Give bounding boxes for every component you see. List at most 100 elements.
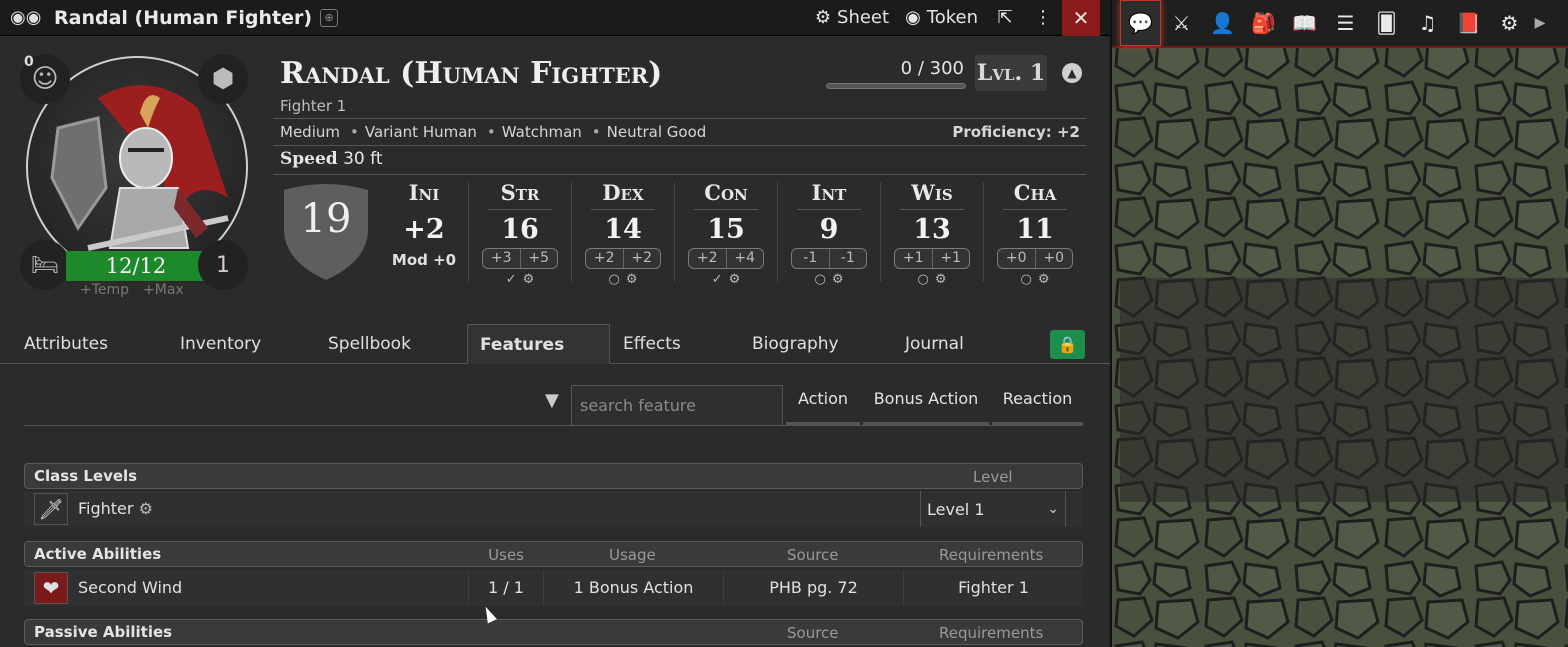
alignment[interactable]: Neutral Good: [607, 123, 707, 141]
search-feature-input[interactable]: [571, 385, 783, 425]
gear-icon[interactable]: ⚙: [626, 272, 638, 287]
tab-effects[interactable]: Effects: [611, 324, 693, 364]
sheet-button-label: Sheet: [837, 7, 890, 28]
journal-tab-icon[interactable]: 📖: [1284, 0, 1325, 46]
sheet-lock-button[interactable]: 🔒: [1050, 330, 1085, 359]
globe-icon[interactable]: ⊕: [320, 8, 339, 27]
ability-modifiers: +1 +1: [894, 248, 970, 269]
tables-tab-icon[interactable]: ☰: [1325, 0, 1366, 46]
ability-con[interactable]: Con 15 +2 +4 ✓ ⚙: [676, 180, 776, 287]
column-header-uses: Uses: [488, 546, 524, 564]
tab-journal[interactable]: Journal: [893, 324, 976, 364]
background[interactable]: Watchman: [502, 123, 582, 141]
portrait-area: 0 ☺ ⬢ 🛏 12/12 1 +Temp +Max: [20, 54, 250, 298]
filter-reaction[interactable]: Reaction: [992, 386, 1083, 426]
ability-mod[interactable]: +0: [998, 249, 1036, 268]
gear-icon[interactable]: ⚙: [729, 272, 741, 287]
xp-value[interactable]: 0 / 300: [826, 58, 966, 79]
ability-modifiers: +2 +2: [585, 248, 661, 269]
ability-str[interactable]: Str 16 +3 +5 ✓ ⚙: [470, 180, 570, 287]
ability-mod[interactable]: +1: [895, 249, 933, 268]
ability-uses[interactable]: 1 / 1: [468, 570, 543, 606]
combat-tab-icon[interactable]: ⚔: [1161, 0, 1202, 46]
map-canvas[interactable]: [1112, 0, 1568, 647]
ability-mod[interactable]: +3: [483, 249, 521, 268]
token-button[interactable]: ◉ Token: [897, 0, 986, 36]
ability-cha[interactable]: Cha 11 +0 +0 ○ ⚙: [985, 180, 1085, 287]
ability-save[interactable]: +5: [521, 249, 558, 268]
ability-name[interactable]: Second Wind: [78, 578, 182, 597]
gear-icon[interactable]: ⚙: [832, 272, 844, 287]
more-options-button[interactable]: ⋮: [1024, 0, 1062, 36]
ability-save[interactable]: +1: [933, 249, 970, 268]
ability-mod[interactable]: +2: [689, 249, 727, 268]
circle-icon[interactable]: ○: [918, 272, 929, 287]
class-level-select[interactable]: Level 1 ⌄: [920, 491, 1066, 527]
circle-icon[interactable]: ○: [609, 272, 620, 287]
tab-inventory[interactable]: Inventory: [168, 324, 273, 364]
size[interactable]: Medium: [280, 123, 340, 141]
ability-source: PHB pg. 72: [723, 570, 903, 606]
compendium-tab-icon[interactable]: 📕: [1448, 0, 1489, 46]
window-titlebar[interactable]: ◉◉ Randal (Human Fighter) ⊕ ⚙ Sheet ◉ To…: [0, 0, 1110, 36]
items-tab-icon[interactable]: 🎒: [1243, 0, 1284, 46]
gear-icon[interactable]: ⚙: [523, 272, 535, 287]
collapse-sidebar-icon[interactable]: ▶: [1530, 15, 1550, 31]
gear-icon[interactable]: ⚙: [935, 272, 947, 287]
separator-dot: •: [349, 123, 359, 141]
gear-icon[interactable]: ⚙: [1038, 272, 1050, 287]
roll-button[interactable]: ⬢: [198, 54, 248, 104]
user-circle-icon: ◉: [905, 7, 921, 28]
ability-save[interactable]: +4: [727, 249, 764, 268]
filter-icon[interactable]: ▼: [545, 390, 559, 411]
sheet-button[interactable]: ⚙ Sheet: [807, 0, 897, 36]
filter-action[interactable]: Action: [786, 386, 860, 426]
tab-attributes[interactable]: Attributes: [12, 324, 120, 364]
inspiration-button[interactable]: 0 ☺: [20, 54, 70, 104]
popout-button[interactable]: ⇱: [986, 0, 1024, 36]
check-icon[interactable]: ✓: [506, 272, 517, 287]
ability-save[interactable]: -1: [830, 249, 867, 268]
cog-icon[interactable]: ⚙: [139, 499, 153, 518]
max-hp-field[interactable]: +Max: [143, 282, 184, 298]
tab-biography[interactable]: Biography: [740, 324, 851, 364]
tab-features[interactable]: Features: [467, 324, 610, 364]
character-name[interactable]: Randal (Human Fighter): [280, 56, 662, 91]
ability-mod[interactable]: +2: [586, 249, 624, 268]
race[interactable]: Variant Human: [365, 123, 477, 141]
ability-name: Dex: [591, 180, 655, 210]
check-icon[interactable]: ✓: [712, 272, 723, 287]
hit-dice-button[interactable]: 1: [198, 240, 248, 290]
ability-save[interactable]: +2: [624, 249, 661, 268]
ability-save[interactable]: +0: [1036, 249, 1073, 268]
settings-tab-icon[interactable]: ⚙: [1489, 0, 1530, 46]
hp-bar[interactable]: 12/12: [66, 251, 206, 281]
ability-name: Con: [694, 180, 758, 210]
ability-int[interactable]: Int 9 -1 -1 ○ ⚙: [779, 180, 879, 287]
cards-tab-icon[interactable]: 🂠: [1366, 0, 1407, 46]
ability-wis[interactable]: Wis 13 +1 +1 ○ ⚙: [882, 180, 982, 287]
initiative[interactable]: Ini +2 Mod +0: [374, 180, 474, 269]
circle-icon[interactable]: ○: [1021, 272, 1032, 287]
ability-mod[interactable]: -1: [792, 249, 830, 268]
ability-usage[interactable]: 1 Bonus Action: [543, 570, 723, 606]
section-title: Class Levels: [34, 467, 138, 485]
class-level-value: Level 1: [927, 499, 985, 519]
filter-bonus-action[interactable]: Bonus Action: [863, 386, 989, 426]
ability-dex[interactable]: Dex 14 +2 +2 ○ ⚙: [573, 180, 673, 287]
speed[interactable]: Speed 30 ft: [280, 149, 382, 169]
ability-score: 9: [819, 214, 839, 245]
chat-tab-icon[interactable]: 💬: [1120, 0, 1161, 46]
xp-bar: [826, 83, 966, 89]
actors-tab-icon[interactable]: 👤: [1202, 0, 1243, 46]
circle-icon[interactable]: ○: [815, 272, 826, 287]
speed-value: 30 ft: [343, 149, 383, 169]
ability-row-second-wind[interactable]: ❤ Second Wind 1 / 1 1 Bonus Action PHB p…: [24, 570, 1083, 606]
temp-hp-field[interactable]: +Temp: [80, 282, 129, 298]
level-up-button[interactable]: ▲: [1062, 63, 1082, 83]
close-button[interactable]: ✕: [1062, 0, 1100, 36]
playlists-tab-icon[interactable]: ♫: [1407, 0, 1448, 46]
divider: [24, 425, 1083, 426]
tab-spellbook[interactable]: Spellbook: [316, 324, 423, 364]
rest-button[interactable]: 🛏: [20, 240, 70, 290]
